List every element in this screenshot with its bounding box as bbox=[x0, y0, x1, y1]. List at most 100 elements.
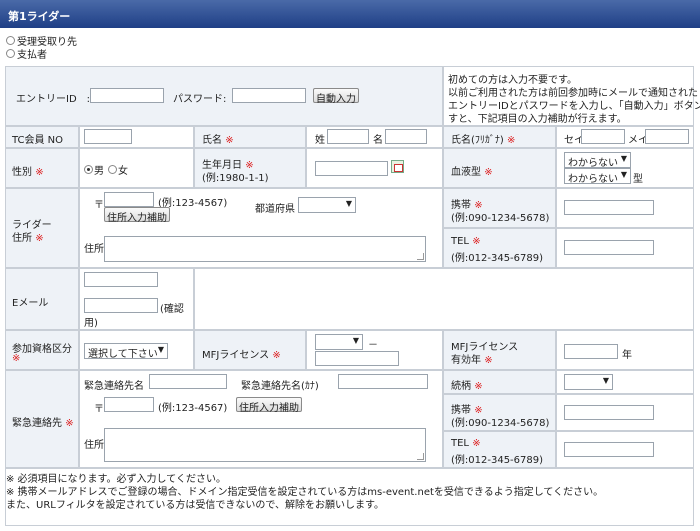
radio-icon[interactable] bbox=[6, 49, 15, 58]
required-mark: ※ bbox=[484, 355, 493, 366]
tel-example: (例:012-345-6789) bbox=[451, 455, 544, 466]
rider-postal-lookup-button[interactable]: 住所入力補助 bbox=[104, 207, 170, 224]
qualification-select[interactable]: 選択して下さい ▼ bbox=[84, 343, 168, 359]
emergency-postal-input[interactable] bbox=[104, 397, 154, 412]
prefecture-select[interactable]: ▼ bbox=[298, 197, 356, 213]
emergency-mobile-input[interactable] bbox=[564, 405, 654, 420]
auto-fill-button[interactable]: 自動入力 bbox=[313, 88, 359, 105]
address-label: 住所 bbox=[84, 244, 104, 255]
mei-label: 名 bbox=[373, 135, 383, 146]
email-confirm-input[interactable] bbox=[84, 298, 158, 313]
gender-female-option[interactable]: 女 bbox=[108, 162, 128, 177]
tc-member-input[interactable] bbox=[84, 129, 132, 144]
recipient-option-label: 支払者 bbox=[17, 50, 47, 61]
license-expiry-input[interactable] bbox=[564, 344, 618, 359]
required-mark: ※ bbox=[65, 418, 74, 429]
emergency-name-label: 緊急連絡先名 bbox=[84, 381, 144, 392]
kana-name-label: 氏名(ﾌﾘｶﾞﾅ) ※ bbox=[451, 135, 516, 146]
required-mark: ※ bbox=[35, 233, 44, 244]
blood-type-select-2[interactable]: わからない ▼ bbox=[564, 168, 631, 184]
entry-info-line: すと、下記項目の入力補助が行えます。 bbox=[448, 114, 627, 125]
section-header: 第1ライダー bbox=[0, 0, 700, 28]
mobile-example: (例:090-1234-5678) bbox=[451, 418, 550, 429]
emergency-name-input[interactable] bbox=[149, 374, 227, 389]
entry-id-label: エントリーID : bbox=[16, 94, 91, 105]
emergency-kana-label: 緊急連絡先名(ｶﾅ) bbox=[241, 381, 319, 392]
sei-label: 姓 bbox=[315, 135, 325, 146]
rider-address-label-2: 住所 ※ bbox=[12, 233, 44, 244]
chevron-down-icon: ▼ bbox=[352, 336, 359, 345]
tel-label: TEL ※ bbox=[451, 236, 481, 247]
relation-label: 続柄 ※ bbox=[451, 381, 483, 392]
entry-id-input[interactable] bbox=[90, 88, 164, 103]
license-expiry-label-2: 有効年 ※ bbox=[451, 355, 493, 366]
rider-tel-input[interactable] bbox=[564, 240, 654, 255]
emergency-kana-input[interactable] bbox=[338, 374, 428, 389]
postal-example: (例:123-4567) bbox=[158, 403, 228, 414]
relation-select[interactable]: ▼ bbox=[564, 374, 613, 390]
required-mark: ※ bbox=[225, 135, 234, 146]
sei-input[interactable] bbox=[327, 129, 369, 144]
rider-mobile-input[interactable] bbox=[564, 200, 654, 215]
chevron-down-icon: ▼ bbox=[602, 376, 609, 385]
recipient-option-2[interactable]: 支払者 bbox=[6, 46, 47, 61]
tc-member-label: TC会員 NO bbox=[12, 135, 64, 146]
note-line: また、URLフィルタを設定されている方は受信できないので、解除をお願いします。 bbox=[6, 500, 384, 511]
rider-postal-input[interactable] bbox=[104, 192, 154, 207]
chevron-down-icon: ▼ bbox=[345, 199, 352, 208]
prefecture-label: 都道府県 bbox=[255, 204, 295, 215]
required-mark: ※ bbox=[472, 438, 481, 449]
blood-type-suffix: 型 bbox=[633, 174, 643, 185]
note-line: ※ 携帯メールアドレスでご登録の場合、ドメイン指定受信を設定されている方はms-… bbox=[6, 487, 604, 498]
address-label: 住所 bbox=[84, 440, 104, 451]
birthdate-example: (例:1980-1-1) bbox=[202, 173, 269, 184]
radio-icon[interactable] bbox=[108, 165, 117, 174]
section-title: 第1ライダー bbox=[8, 10, 71, 23]
required-mark: ※ bbox=[474, 381, 483, 392]
required-mark: ※ bbox=[35, 167, 44, 178]
mobile-example: (例:090-1234-5678) bbox=[451, 213, 550, 224]
calendar-icon[interactable] bbox=[391, 160, 404, 173]
chevron-down-icon: ▼ bbox=[620, 170, 627, 179]
mfj-license-input[interactable] bbox=[315, 351, 399, 366]
required-mark: ※ bbox=[472, 236, 481, 247]
emergency-label: 緊急連絡先 ※ bbox=[12, 418, 74, 429]
chevron-down-icon: ▼ bbox=[620, 154, 627, 163]
email-confirm-label-1: (確認 bbox=[160, 304, 184, 315]
mfj-license-select[interactable]: ▼ bbox=[315, 334, 363, 350]
tel-label: TEL ※ bbox=[451, 438, 481, 449]
emergency-tel-input[interactable] bbox=[564, 442, 654, 457]
blood-type-label: 血液型 ※ bbox=[451, 167, 493, 178]
emergency-address-textarea[interactable] bbox=[104, 428, 426, 462]
year-suffix: 年 bbox=[622, 350, 632, 361]
name-label: 氏名 ※ bbox=[202, 135, 234, 146]
required-mark: ※ bbox=[12, 353, 21, 364]
chevron-down-icon: ▼ bbox=[157, 345, 164, 354]
email-confirm-label-2: 用) bbox=[84, 318, 98, 329]
gender-male-option[interactable]: 男 bbox=[84, 162, 104, 177]
email-label: Eメール bbox=[12, 298, 49, 309]
tel-example: (例:012-345-6789) bbox=[451, 253, 544, 264]
dash: － bbox=[368, 340, 378, 351]
gender-label: 性別 ※ bbox=[12, 167, 44, 178]
radio-icon[interactable] bbox=[6, 36, 15, 45]
password-label: パスワード: bbox=[173, 94, 227, 105]
sei-kana-input[interactable] bbox=[581, 129, 625, 144]
mfj-license-label: MFJライセンス ※ bbox=[202, 350, 281, 361]
rider-address-textarea[interactable] bbox=[104, 236, 426, 262]
blood-type-select-1[interactable]: わからない ▼ bbox=[564, 152, 631, 168]
password-input[interactable] bbox=[232, 88, 306, 103]
postal-mark: 〒 bbox=[94, 404, 104, 415]
radio-selected-icon[interactable] bbox=[84, 165, 93, 174]
required-mark: ※ bbox=[507, 135, 516, 146]
qualification-label: 参加資格区分 bbox=[12, 344, 72, 355]
mei-input[interactable] bbox=[385, 129, 427, 144]
required-mark: ※ bbox=[272, 350, 281, 361]
email-input[interactable] bbox=[84, 272, 158, 287]
note-line: ※ 必須項目になります。必ず入力してください。 bbox=[6, 474, 226, 485]
mei-kana-input[interactable] bbox=[645, 129, 689, 144]
birthdate-input[interactable] bbox=[315, 161, 388, 176]
emergency-postal-lookup-button[interactable]: 住所入力補助 bbox=[236, 397, 302, 414]
required-mark: ※ bbox=[484, 167, 493, 178]
postal-mark: 〒 bbox=[94, 200, 104, 211]
